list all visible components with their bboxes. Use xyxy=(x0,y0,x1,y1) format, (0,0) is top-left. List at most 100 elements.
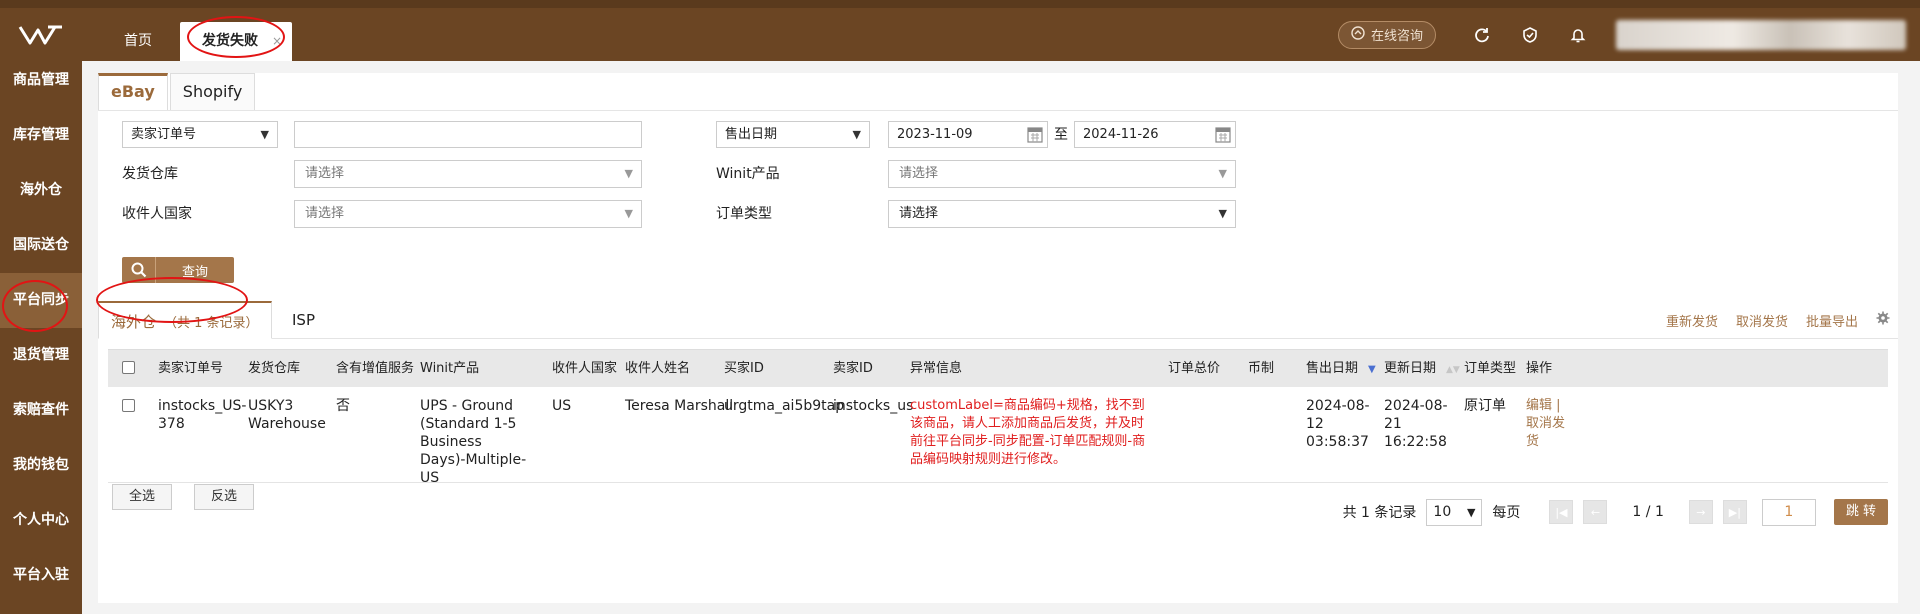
date-to-input[interactable]: 2024-11-26 xyxy=(1074,121,1236,148)
sidebar-item-onboarding[interactable]: 平台入驻 xyxy=(0,548,82,603)
chevron-down-icon: ▼ xyxy=(1218,167,1227,180)
country-placeholder: 请选择 xyxy=(305,206,345,221)
cell-operations: 编辑 | 取消发货 xyxy=(1526,397,1572,451)
calendar-icon[interactable] xyxy=(1027,125,1043,143)
chevron-down-icon: ▼ xyxy=(1218,207,1227,220)
page-jump-input[interactable]: 1 xyxy=(1761,498,1816,526)
online-consult-button[interactable]: 在线咨询 xyxy=(1337,20,1436,49)
edit-link[interactable]: 编辑 | xyxy=(1526,398,1561,413)
order-type-filter-value: 请选择 xyxy=(899,206,939,221)
page-size-value: 10 xyxy=(1433,503,1452,520)
per-page-label: 每页 xyxy=(1492,505,1521,521)
list-tabs: 海外仓 （共 1 条记录） ISP xyxy=(98,301,1898,339)
date-to-value: 2024-11-26 xyxy=(1083,127,1159,142)
winit-product-select[interactable]: 请选择 ▼ xyxy=(888,160,1236,188)
order-no-input[interactable] xyxy=(294,121,642,148)
col-currency: 币制 xyxy=(1248,361,1275,376)
warehouse-placeholder: 请选择 xyxy=(305,166,345,181)
total-records: 共 1 条记录 xyxy=(1342,505,1417,521)
select-all-checkbox[interactable] xyxy=(122,361,135,374)
chevron-down-icon: ▼ xyxy=(260,128,269,141)
cell-buyer-id: urgtma_ai5b9tap xyxy=(724,398,845,414)
shield-icon[interactable] xyxy=(1520,25,1540,45)
col-buyer-id: 买家ID xyxy=(724,361,764,376)
col-seller-order: 卖家订单号 xyxy=(158,361,224,376)
page-size-select[interactable]: 10 ▼ xyxy=(1426,498,1483,526)
col-sold-date[interactable]: 售出日期 ▼ xyxy=(1306,350,1376,388)
reship-link[interactable]: 重新发货 xyxy=(1666,311,1718,330)
col-seller-id: 卖家ID xyxy=(833,361,873,376)
winit-product-placeholder: 请选择 xyxy=(899,166,939,181)
tab-isp[interactable]: ISP xyxy=(284,301,323,339)
cancel-shipment-link[interactable]: 取消发货 xyxy=(1736,311,1788,330)
sidebar-item-overseas-warehouse[interactable]: 海外仓 xyxy=(0,163,82,218)
annotation-circle xyxy=(187,16,285,58)
first-page-icon[interactable]: |◀ xyxy=(1549,500,1574,524)
annotation-circle xyxy=(2,280,68,332)
sidebar-item-profile[interactable]: 个人中心 xyxy=(0,493,82,548)
cancel-shipment-row-link[interactable]: 取消发货 xyxy=(1526,416,1565,449)
cell-seller-order: instocks_US-378 xyxy=(158,398,247,432)
cell-seller-id: instocks_us xyxy=(833,398,914,414)
tab-ebay[interactable]: eBay xyxy=(98,73,168,110)
order-type-filter-select[interactable]: 请选择 ▼ xyxy=(888,200,1236,228)
calendar-icon[interactable] xyxy=(1215,125,1231,143)
sidebar-item-claims[interactable]: 索赔查件 xyxy=(0,383,82,438)
order-type-select[interactable]: 卖家订单号 ▼ xyxy=(122,121,278,148)
col-winit-product: Winit产品 xyxy=(420,361,480,376)
order-type-select-value: 卖家订单号 xyxy=(131,127,197,142)
refresh-icon[interactable] xyxy=(1472,25,1492,45)
prev-page-icon[interactable]: ← xyxy=(1583,500,1608,524)
chevron-down-icon: ▼ xyxy=(624,207,633,220)
cell-sold-date: 2024-08-12 03:58:37 xyxy=(1306,398,1370,450)
jump-button[interactable]: 跳 转 xyxy=(1833,499,1888,525)
online-consult-label: 在线咨询 xyxy=(1370,29,1423,44)
batch-export-link[interactable]: 批量导出 xyxy=(1806,311,1858,330)
warehouse-label: 发货仓库 xyxy=(122,166,178,182)
sidebar-item-intl-delivery[interactable]: 国际送仓 xyxy=(0,218,82,273)
next-page-icon[interactable]: → xyxy=(1688,500,1713,524)
select-all-button[interactable]: 全选 xyxy=(112,484,173,510)
cell-warehouse: USKY3 Warehouse xyxy=(248,398,326,432)
winit-product-label: Winit产品 xyxy=(716,166,780,182)
cell-winit-product: UPS - Ground (Standard 1-5 Business Days… xyxy=(420,398,527,486)
col-operation: 操作 xyxy=(1526,361,1553,376)
col-recipient-name: 收件人姓名 xyxy=(625,361,691,376)
content-panel: eBay Shopify 卖家订单号 ▼ 售出日期 ▼ 2023-11-09 至 2… xyxy=(98,73,1898,603)
filter-form: 卖家订单号 ▼ 售出日期 ▼ 2023-11-09 至 2024-11-26 发货仓… xyxy=(98,110,1898,280)
tab-shopify[interactable]: Shopify xyxy=(169,73,256,110)
col-total: 订单总价 xyxy=(1168,361,1221,376)
col-update-date[interactable]: 更新日期 ▲▼ xyxy=(1384,350,1460,388)
bell-icon[interactable] xyxy=(1568,25,1588,45)
action-links: 重新发货 取消发货 批量导出 xyxy=(1666,301,1890,339)
sidebar: 商品管理 库存管理 海外仓 国际送仓 平台同步 退货管理 索赔查件 我的钱包 个… xyxy=(0,53,82,614)
chat-icon xyxy=(1351,25,1365,44)
annotation-circle xyxy=(96,277,248,323)
sidebar-item-inventory[interactable]: 库存管理 xyxy=(0,108,82,163)
sidebar-item-wallet[interactable]: 我的钱包 xyxy=(0,438,82,493)
sidebar-item-returns[interactable]: 退货管理 xyxy=(0,328,82,383)
country-select[interactable]: 请选择 ▼ xyxy=(294,200,642,228)
sort-icon: ▲▼ xyxy=(1446,365,1460,375)
col-order-type: 订单类型 xyxy=(1464,361,1517,376)
last-page-icon[interactable]: ▶| xyxy=(1722,500,1747,524)
invert-selection-button[interactable]: 反选 xyxy=(194,484,255,510)
col-country: 收件人国家 xyxy=(552,361,618,376)
sort-desc-icon: ▼ xyxy=(1368,364,1376,375)
sidebar-item-products[interactable]: 商品管理 xyxy=(0,53,82,108)
user-info-blurred[interactable] xyxy=(1616,19,1906,50)
row-checkbox[interactable] xyxy=(122,399,135,412)
orders-table: 卖家订单号 发货仓库 含有增值服务 Winit产品 收件人国家 收件人姓名 买家… xyxy=(108,349,1888,486)
date-from-value: 2023-11-09 xyxy=(897,127,973,142)
settings-icon[interactable] xyxy=(1876,311,1890,329)
col-error: 异常信息 xyxy=(910,361,963,376)
tab-home[interactable]: 首页 xyxy=(106,22,170,61)
date-type-select[interactable]: 售出日期 ▼ xyxy=(716,121,870,148)
chevron-down-icon: ▼ xyxy=(624,167,633,180)
chevron-down-icon: ▼ xyxy=(852,128,861,141)
order-type-label: 订单类型 xyxy=(716,206,772,222)
date-from-input[interactable]: 2023-11-09 xyxy=(888,121,1048,148)
col-update-date-label: 更新日期 xyxy=(1384,361,1437,376)
warehouse-select[interactable]: 请选择 ▼ xyxy=(294,160,642,188)
cell-order-type: 原订单 xyxy=(1464,398,1506,414)
